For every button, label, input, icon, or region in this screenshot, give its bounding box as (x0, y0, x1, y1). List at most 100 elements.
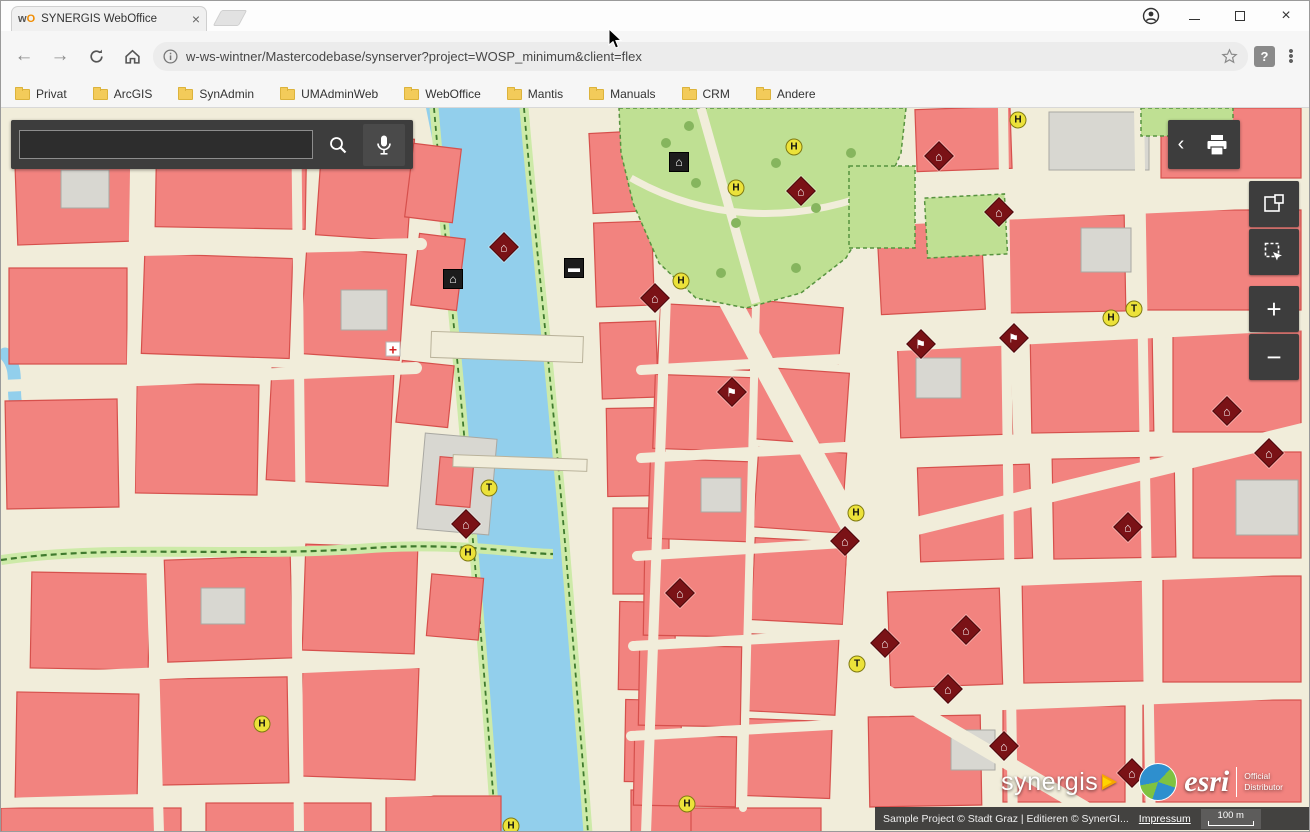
poi-museum-marker[interactable]: ⌂ (489, 232, 519, 262)
map-status-bar: Sample Project © Stadt Graz | Editieren … (875, 807, 1310, 830)
transit-stop-h[interactable]: H (1010, 112, 1027, 129)
bookmark-synadmin[interactable]: SynAdmin (178, 87, 254, 101)
poi-museum-marker[interactable]: ⌂ (640, 283, 670, 313)
esri-logo: esri OfficialDistributor (1139, 763, 1283, 801)
transit-stop-h[interactable]: H (254, 716, 271, 733)
map-tool-column (1249, 181, 1299, 275)
bookmark-privat[interactable]: Privat (15, 87, 67, 101)
poi-museum-marker[interactable]: ⌂ (665, 578, 695, 608)
search-panel (11, 120, 413, 169)
poi-pharmacy-cross[interactable]: + (386, 342, 401, 357)
bookmark-umadminweb[interactable]: UMAdminWeb (280, 87, 378, 101)
transit-stop-h[interactable]: H (503, 818, 520, 832)
close-button[interactable]: × (1263, 1, 1309, 31)
scale-bar: 100 m (1201, 809, 1261, 829)
tab-title: SYNERGIS WebOffice (41, 13, 186, 25)
transit-stop-t[interactable]: T (849, 656, 866, 673)
folder-icon (93, 89, 108, 100)
overview-map-icon (1263, 193, 1285, 215)
poi-museum-marker[interactable]: ⌂ (933, 674, 963, 704)
url-bar[interactable]: w-ws-wintner/Mastercodebase/synserver?pr… (153, 42, 1248, 71)
bookmark-weboffice[interactable]: WebOffice (404, 87, 481, 101)
browser-tab[interactable]: wO SYNERGIS WebOffice × (11, 6, 207, 31)
url-text: w-ws-wintner/Mastercodebase/synserver?pr… (186, 49, 1213, 64)
transit-stop-h[interactable]: H (679, 796, 696, 813)
print-button[interactable] (1194, 120, 1240, 169)
titlebar: wO SYNERGIS WebOffice × × (1, 1, 1309, 31)
bookmark-mantis[interactable]: Mantis (507, 87, 563, 101)
transit-stop-h[interactable]: H (673, 273, 690, 290)
poi-museum-marker[interactable]: ⌂ (984, 197, 1014, 227)
reload-button[interactable] (81, 41, 111, 71)
poi-flag-marker[interactable]: ⚑ (906, 329, 936, 359)
search-icon (328, 135, 348, 155)
maximize-button[interactable] (1217, 1, 1263, 31)
select-features-button[interactable] (1249, 229, 1299, 275)
poi-museum-marker[interactable]: ⌂ (830, 526, 860, 556)
poi-museum-marker[interactable]: ⌂ (989, 731, 1019, 761)
poi-museum-square[interactable]: ⌂ (669, 152, 689, 172)
attribution-text: Sample Project © Stadt Graz | Editieren … (883, 813, 1129, 825)
folder-icon (507, 89, 522, 100)
transit-stop-h[interactable]: H (848, 505, 865, 522)
bookmark-crm[interactable]: CRM (682, 87, 730, 101)
bookmark-star-icon[interactable] (1221, 48, 1238, 65)
panel-collapse-button[interactable]: ‹ (1168, 120, 1194, 169)
info-icon (163, 49, 178, 64)
bookmarks-bar: Privat ArcGIS SynAdmin UMAdminWeb WebOffice M… (1, 81, 1309, 108)
browser-menu-icon[interactable]: ••• (1281, 49, 1301, 64)
printer-icon (1205, 134, 1229, 156)
poi-museum-marker[interactable]: ⌂ (1113, 512, 1143, 542)
transit-stop-h[interactable]: H (728, 180, 745, 197)
tab-close-icon[interactable]: × (192, 11, 200, 27)
folder-icon (682, 89, 697, 100)
esri-globe-icon (1139, 763, 1177, 801)
transit-stop-h[interactable]: H (1103, 310, 1120, 327)
map-canvas[interactable]: ⌂⌂⌂⌂⌂⚑⚑⚑⌂⌂⌂⌂⌂⌂⌂⌂⌂⌂⌂HHHHHHHHHHTTT⌂▬⌂+ ‹ (1, 108, 1310, 832)
poi-museum-marker[interactable]: ⌂ (1254, 438, 1284, 468)
extension-help-icon[interactable]: ? (1254, 46, 1275, 67)
search-button[interactable] (321, 128, 355, 162)
minimize-button[interactable] (1171, 1, 1217, 31)
poi-hotel-square[interactable]: ▬ (564, 258, 584, 278)
transit-stop-t[interactable]: T (481, 480, 498, 497)
poi-flag-marker[interactable]: ⚑ (999, 323, 1029, 353)
voice-search-button[interactable] (363, 124, 405, 166)
bookmark-andere[interactable]: Andere (756, 87, 816, 101)
browser-window: wO SYNERGIS WebOffice × × ← → w-ws-wintn… (0, 0, 1310, 832)
poi-marker-layer: ⌂⌂⌂⌂⌂⚑⚑⚑⌂⌂⌂⌂⌂⌂⌂⌂⌂⌂⌂HHHHHHHHHHTTT⌂▬⌂+ (1, 108, 1310, 832)
bookmark-manuals[interactable]: Manuals (589, 87, 655, 101)
folder-icon (756, 89, 771, 100)
weboffice-favicon: wO (18, 13, 35, 25)
transit-stop-t[interactable]: T (1126, 301, 1143, 318)
poi-museum-marker[interactable]: ⌂ (870, 628, 900, 658)
transit-stop-h[interactable]: H (460, 545, 477, 562)
impressum-link[interactable]: Impressum (1139, 813, 1191, 825)
transit-stop-h[interactable]: H (786, 139, 803, 156)
poi-museum-marker[interactable]: ⌂ (1212, 396, 1242, 426)
folder-icon (15, 89, 30, 100)
poi-museum-marker[interactable]: ⌂ (451, 509, 481, 539)
poi-museum-marker[interactable]: ⌂ (951, 615, 981, 645)
microphone-icon (374, 134, 394, 156)
back-button[interactable]: ← (9, 41, 39, 71)
print-panel: ‹ (1168, 120, 1240, 169)
overview-map-button[interactable] (1249, 181, 1299, 227)
zoom-out-button[interactable]: − (1249, 334, 1299, 380)
poi-museum-marker[interactable]: ⌂ (924, 141, 954, 171)
folder-icon (178, 89, 193, 100)
zoom-controls: + − (1249, 286, 1299, 380)
synergis-arrow-icon (1102, 774, 1117, 790)
home-button[interactable] (117, 41, 147, 71)
new-tab-button[interactable] (213, 10, 248, 26)
poi-museum-square[interactable]: ⌂ (443, 269, 463, 289)
folder-icon (280, 89, 295, 100)
profile-icon[interactable] (1131, 1, 1171, 31)
poi-museum-marker[interactable]: ⌂ (786, 176, 816, 206)
zoom-in-button[interactable]: + (1249, 286, 1299, 332)
search-input[interactable] (19, 130, 313, 159)
forward-button[interactable]: → (45, 41, 75, 71)
bookmark-arcgis[interactable]: ArcGIS (93, 87, 153, 101)
synergis-logo: synergis (1001, 768, 1117, 797)
poi-flag-marker[interactable]: ⚑ (717, 377, 747, 407)
